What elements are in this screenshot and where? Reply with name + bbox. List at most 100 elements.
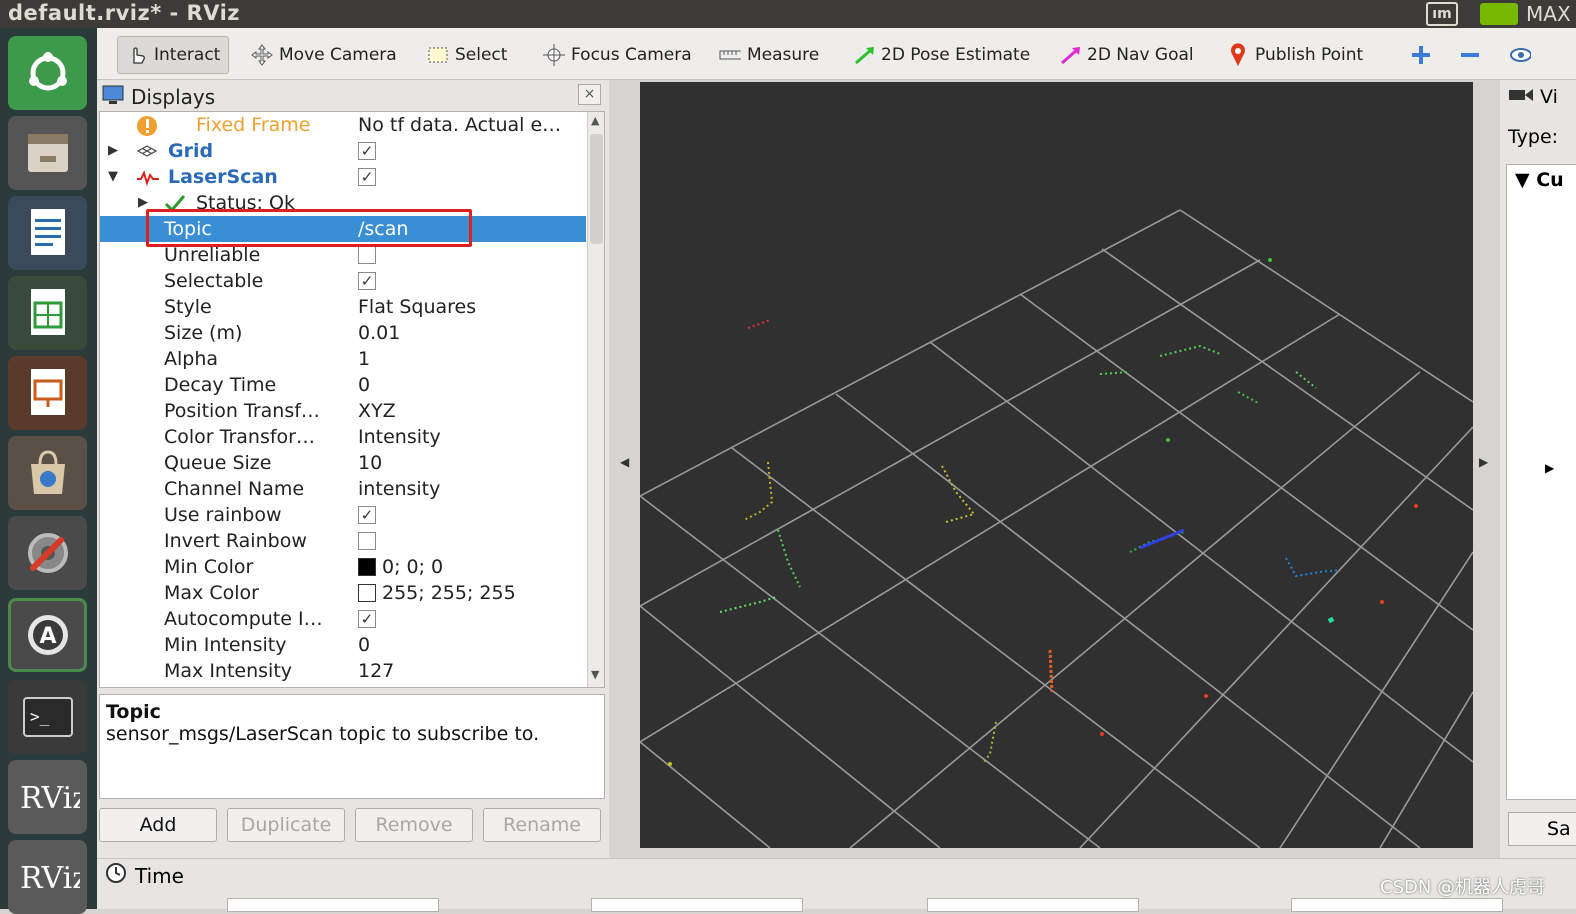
row-name: Queue Size — [164, 452, 272, 474]
tree-row-channel-name[interactable]: Channel Name intensity — [100, 476, 586, 502]
tree-scrollbar[interactable]: ▲ ▼ — [587, 112, 604, 687]
software-center-icon[interactable] — [8, 436, 87, 510]
tree-row-queue-size[interactable]: Queue Size 10 — [100, 450, 586, 476]
tool-label: Interact — [154, 45, 221, 65]
input-method-icon[interactable]: ım — [1426, 2, 1458, 26]
row-value[interactable]: XYZ — [358, 398, 396, 424]
tree-row-invert-rainbow[interactable]: Invert Rainbow — [100, 528, 586, 554]
scroll-down-icon[interactable]: ▼ — [591, 668, 599, 681]
color-swatch[interactable] — [358, 584, 376, 602]
tree-row-decay-time[interactable]: Decay Time 0 — [100, 372, 586, 398]
row-value[interactable]: intensity — [358, 476, 440, 502]
ubuntu-dash-icon[interactable] — [8, 36, 87, 110]
tree-row-alpha[interactable]: Alpha 1 — [100, 346, 586, 372]
software-updater-icon[interactable]: A — [8, 598, 87, 672]
expand-arrow-icon[interactable]: ▶ — [138, 195, 148, 210]
tree-row-min-color[interactable]: Min Color 0; 0; 0 — [100, 554, 586, 580]
tree-row-max-intensity[interactable]: Max Intensity 127 — [100, 658, 586, 684]
ruler-icon — [719, 44, 741, 66]
save-view-button[interactable]: Sa — [1508, 812, 1576, 846]
row-value[interactable]: Intensity — [358, 424, 441, 450]
svg-text:RViz: RViz — [20, 861, 80, 896]
displays-header: Displays — [101, 83, 603, 111]
tool-move-camera[interactable]: Move Camera — [251, 36, 397, 74]
tree-row-selectable[interactable]: Selectable ✓ — [100, 268, 586, 294]
impress-icon[interactable] — [8, 356, 87, 430]
wall-time-field[interactable] — [927, 898, 1139, 912]
tree-row-grid[interactable]: ▶ Grid ✓ — [100, 138, 586, 164]
scrollbar-thumb[interactable] — [590, 134, 603, 244]
time-panel: Time — [97, 858, 1576, 912]
row-value[interactable]: 0.01 — [358, 320, 400, 346]
tool-focus-camera[interactable]: Focus Camera — [543, 36, 692, 74]
rename-button[interactable]: Rename — [483, 808, 601, 842]
collapse-right-icon[interactable]: ▶ — [1479, 455, 1488, 469]
row-value[interactable]: 10 — [358, 450, 382, 476]
row-name: Min Intensity — [164, 634, 287, 656]
tree-row-laserscan[interactable]: ▼ LaserScan ✓ — [100, 164, 586, 190]
row-value[interactable]: 1 — [358, 346, 370, 372]
current-view-item[interactable]: ▼ Cu — [1515, 169, 1564, 191]
selectable-checkbox[interactable]: ✓ — [358, 272, 376, 290]
autocompute-checkbox[interactable]: ✓ — [358, 610, 376, 628]
tree-row-style[interactable]: Style Flat Squares — [100, 294, 586, 320]
tree-row-autocompute-intensity[interactable]: Autocompute I… ✓ — [100, 606, 586, 632]
collapse-left-icon[interactable]: ◀ — [620, 455, 629, 469]
color-swatch[interactable] — [358, 558, 376, 576]
views-tree[interactable]: ▼ Cu ▶ — [1506, 164, 1576, 800]
files-icon[interactable] — [8, 116, 87, 190]
wall-elapsed-field[interactable] — [1291, 898, 1503, 912]
tree-row-use-rainbow[interactable]: Use rainbow ✓ — [100, 502, 586, 528]
unreliable-checkbox[interactable] — [358, 246, 376, 264]
tool-2d-nav-goal[interactable]: 2D Nav Goal — [1059, 36, 1194, 74]
tool-interact[interactable]: Interact — [117, 36, 230, 74]
enable-checkbox[interactable]: ✓ — [358, 168, 376, 186]
tree-row-min-intensity[interactable]: Min Intensity 0 — [100, 632, 586, 658]
panel-visibility-button[interactable] — [1509, 36, 1531, 74]
rviz-app-icon-2[interactable]: RViz — [8, 840, 87, 914]
expand-arrow-icon[interactable]: ▶ — [1545, 461, 1554, 475]
row-value[interactable]: 0 — [358, 632, 370, 658]
add-button[interactable]: Add — [99, 808, 217, 842]
remove-tool-button[interactable] — [1459, 36, 1481, 74]
warning-icon — [136, 115, 158, 136]
calc-icon[interactable] — [8, 276, 87, 350]
nvidia-icon[interactable] — [1480, 3, 1518, 25]
row-value[interactable]: Flat Squares — [358, 294, 476, 320]
tree-row-size[interactable]: Size (m) 0.01 — [100, 320, 586, 346]
tool-select[interactable]: Select — [427, 36, 507, 74]
add-tool-button[interactable] — [1410, 36, 1432, 74]
expand-arrow-icon[interactable]: ▶ — [108, 143, 118, 158]
panel-title: Displays — [131, 85, 216, 109]
duplicate-button[interactable]: Duplicate — [227, 808, 345, 842]
ros-elapsed-field[interactable] — [591, 898, 803, 912]
row-value[interactable]: 0; 0; 0 — [358, 554, 443, 580]
tree-row-fixed-frame[interactable]: Fixed Frame No tf data. Actual e… — [100, 112, 586, 138]
enable-checkbox[interactable]: ✓ — [358, 142, 376, 160]
row-value[interactable]: 255; 255; 255 — [358, 580, 516, 606]
writer-icon[interactable] — [8, 196, 87, 270]
tree-row-max-color[interactable]: Max Color 255; 255; 255 — [100, 580, 586, 606]
tool-measure[interactable]: Measure — [719, 36, 819, 74]
use-rainbow-checkbox[interactable]: ✓ — [358, 506, 376, 524]
settings-icon[interactable] — [8, 516, 87, 590]
rviz-app-icon[interactable]: RViz — [8, 760, 87, 834]
scroll-up-icon[interactable]: ▲ — [591, 114, 599, 127]
row-name: Color Transfor… — [164, 426, 315, 448]
remove-button[interactable]: Remove — [355, 808, 473, 842]
ros-time-field[interactable] — [227, 898, 439, 912]
display-tree: Fixed Frame No tf data. Actual e… ▶ Grid… — [99, 111, 605, 688]
svg-text:>_: >_ — [30, 707, 50, 726]
row-value[interactable]: 0 — [358, 372, 370, 398]
watermark: CSDN @机器人虎哥 — [1380, 877, 1546, 898]
close-icon[interactable]: × — [578, 84, 601, 105]
tree-row-color-transformer[interactable]: Color Transfor… Intensity — [100, 424, 586, 450]
render-viewport[interactable] — [639, 82, 1474, 849]
tool-2d-pose-estimate[interactable]: 2D Pose Estimate — [853, 36, 1030, 74]
invert-rainbow-checkbox[interactable] — [358, 532, 376, 550]
tree-row-position-transformer[interactable]: Position Transf… XYZ — [100, 398, 586, 424]
tool-publish-point[interactable]: Publish Point — [1227, 36, 1363, 74]
terminal-icon[interactable]: >_ — [8, 680, 87, 754]
row-value[interactable]: 127 — [358, 658, 394, 684]
collapse-arrow-icon[interactable]: ▼ — [108, 169, 118, 184]
